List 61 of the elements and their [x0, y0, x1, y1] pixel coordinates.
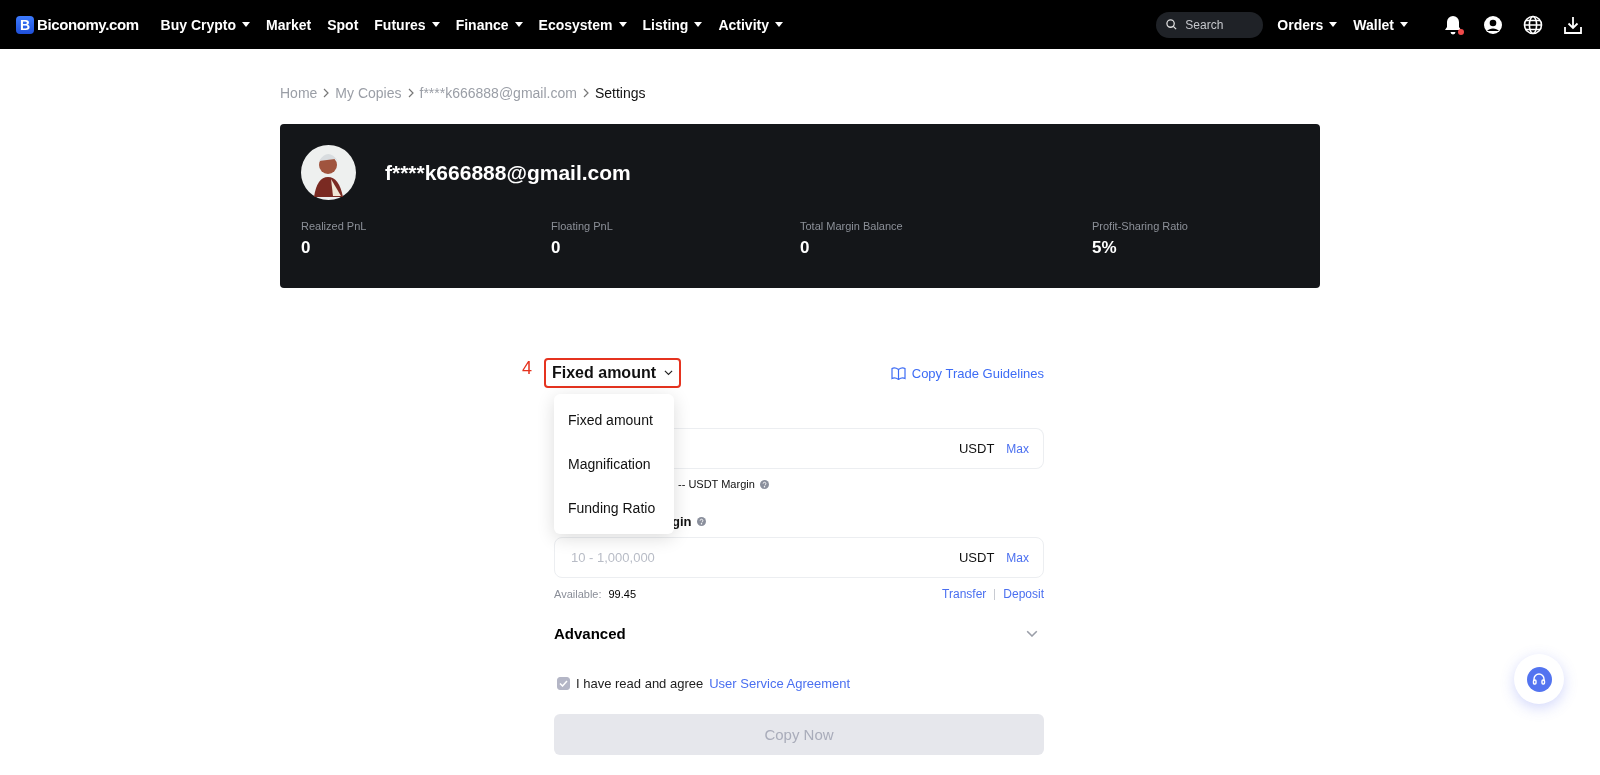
headset-icon — [1532, 672, 1546, 686]
agreement-link[interactable]: User Service Agreement — [709, 676, 851, 691]
breadcrumb-link[interactable]: Settings — [594, 85, 646, 101]
available-label: Available: — [554, 588, 602, 600]
mode-dropdown[interactable]: Fixed amount — [544, 358, 681, 388]
logo-mark[interactable]: B — [16, 15, 34, 34]
chevron-icon — [664, 370, 673, 376]
deposit-link[interactable]: Deposit — [1003, 587, 1044, 601]
stat-value: 5% — [1092, 238, 1118, 258]
transfer-link[interactable]: Transfer — [942, 587, 987, 601]
book-icon — [890, 366, 906, 380]
available-value: 99.45 — [608, 588, 637, 600]
chevron-right-icon — [407, 88, 414, 98]
bell-icon[interactable] — [1442, 13, 1464, 36]
globe-icon[interactable] — [1522, 13, 1544, 36]
support-button[interactable] — [1514, 654, 1564, 704]
stat-label: Total Margin Balance — [800, 220, 904, 232]
menu-item[interactable]: Funding Ratio — [554, 486, 674, 530]
stat-value: 0 — [301, 238, 312, 258]
profile-name: f****k666888@gmail.com — [385, 160, 631, 185]
stat-label: Realized PnL — [301, 220, 368, 232]
stat-label: Floating PnL — [551, 220, 614, 232]
menu-item[interactable]: Fixed amount — [554, 398, 674, 442]
stat-value: 0 — [551, 238, 562, 258]
search-icon — [1166, 19, 1178, 30]
chevron-right-icon — [323, 88, 330, 98]
nav-item[interactable]: Ecosystem — [538, 16, 627, 33]
expand-toggle[interactable] — [1026, 629, 1038, 638]
margin-field[interactable]: 10 - 1,000,000 USDT Max — [554, 537, 1044, 578]
chevron-icon — [1026, 629, 1038, 638]
help-icon — [759, 479, 769, 489]
nav-item[interactable]: Buy Crypto — [160, 16, 251, 33]
agree-text: I have read and agree — [576, 676, 704, 691]
nav-item[interactable]: Finance — [455, 16, 523, 33]
help-icon — [696, 517, 706, 526]
step-number: 4 — [522, 358, 532, 379]
nav-item[interactable]: Spot — [327, 16, 359, 33]
nav-item[interactable]: Wallet — [1353, 16, 1408, 33]
unit-label: USDT — [958, 441, 995, 456]
agree-checkbox[interactable] — [557, 677, 570, 690]
search-input[interactable]: Search — [1183, 16, 1254, 33]
margin-note: -- USDT Margin — [678, 478, 755, 490]
advanced-label[interactable]: Advanced — [554, 625, 626, 642]
nav-item[interactable]: Listing — [642, 16, 703, 33]
nav-item[interactable]: Activity — [718, 16, 783, 33]
guidelines-link[interactable]: Copy Trade Guidelines — [890, 365, 1044, 381]
max-link[interactable]: Max — [1006, 441, 1029, 456]
nav-item[interactable]: Futures — [374, 16, 440, 33]
stat-label: Profit-Sharing Ratio — [1092, 220, 1189, 232]
unit-label: USDT — [958, 550, 995, 565]
amount-field[interactable]: USDT Max — [672, 428, 1044, 469]
user-icon[interactable] — [1482, 13, 1504, 36]
menu-item[interactable]: Magnification — [554, 442, 674, 486]
avatar — [301, 145, 356, 200]
logo-text[interactable]: Biconomy.com — [37, 16, 139, 33]
chevron-right-icon — [582, 88, 589, 98]
max-link[interactable]: Max — [1006, 550, 1029, 565]
stat-value: 0 — [800, 238, 811, 258]
nav-item[interactable]: Orders — [1277, 16, 1338, 33]
nav-item[interactable]: Market — [266, 16, 312, 33]
search-field[interactable]: Search — [1156, 11, 1264, 38]
